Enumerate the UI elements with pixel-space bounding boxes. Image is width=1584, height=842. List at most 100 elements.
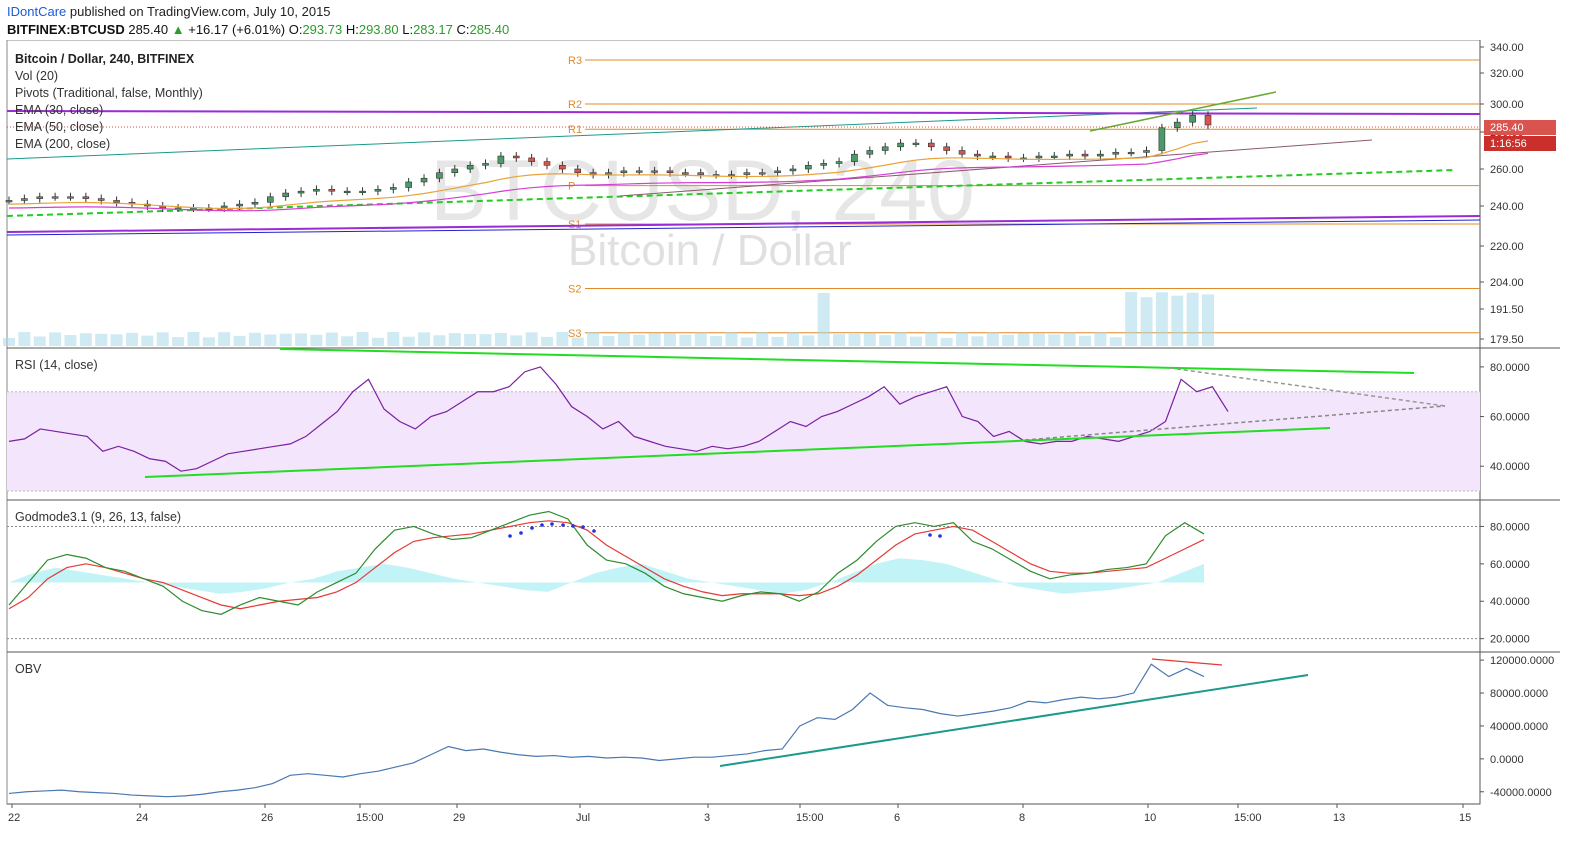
candle-body (635, 170, 643, 173)
volume-bar (725, 332, 738, 346)
legend-main[interactable]: Bitcoin / Dollar, 240, BITFINEX (15, 51, 203, 68)
countdown-tag-label: 1:16:56 (1490, 138, 1527, 150)
god-cloud (9, 558, 1204, 594)
time-tick-label: 13 (1333, 812, 1345, 824)
high-value: 293.80 (358, 22, 399, 37)
volume-bar (264, 334, 277, 346)
volume-bar (863, 333, 876, 346)
volume-bar (710, 336, 723, 346)
obv-legend[interactable]: OBV (15, 661, 41, 678)
time-tick-label: 6 (894, 812, 900, 824)
godmode-legend[interactable]: Godmode3.1 (9, 26, 13, false) (15, 509, 181, 526)
god-signal-dot (530, 526, 534, 530)
volume-bar (833, 334, 846, 346)
legend-ema200[interactable]: EMA (200, close) (15, 136, 203, 153)
volume-bar (464, 333, 477, 346)
rsi-tick-label: 60.0000 (1490, 412, 1530, 424)
legend-pivots[interactable]: Pivots (Traditional, false, Monthly) (15, 85, 203, 102)
candle-body (1112, 152, 1120, 155)
obv-tick-label: 40000.0000 (1490, 721, 1548, 733)
time-tick-label: 15 (1459, 812, 1471, 824)
candle-body (820, 163, 828, 166)
candle-body (958, 150, 966, 155)
legend-ema50[interactable]: EMA (50, close) (15, 119, 203, 136)
volume-bar (1017, 333, 1030, 346)
chart-header: IDontCare published on TradingView.com, … (0, 0, 1584, 42)
price-tick-label: 320.00 (1490, 68, 1524, 80)
volume-bar (418, 332, 431, 346)
god-signal-dot (550, 522, 554, 526)
price-tick-label: 191.50 (1490, 304, 1524, 316)
symbol-label[interactable]: BITFINEX:BTCUSD (7, 22, 125, 37)
volume-bar (909, 336, 922, 346)
pivot-label-R2: R2 (568, 99, 582, 111)
candle-body (313, 189, 320, 192)
rsi-legend[interactable]: RSI (14, close) (15, 357, 98, 374)
price-change: +16.17 (+6.01%) (188, 22, 286, 37)
candle-body (974, 153, 981, 157)
candle-body (282, 192, 289, 198)
close-label: C: (456, 22, 470, 37)
candle-body (605, 172, 612, 175)
chart-canvas[interactable]: BTCUSD, 240Bitcoin / DollarR3R2R1PS1S2S3… (0, 40, 1584, 840)
candle-body (559, 165, 566, 170)
volume-bar (510, 335, 523, 346)
god-signal-dot (519, 531, 523, 535)
volume-bar (1048, 334, 1061, 346)
candle-body (774, 170, 781, 174)
volume-bar (986, 332, 999, 346)
volume-bar (125, 332, 138, 346)
price-legend: Bitcoin / Dollar, 240, BITFINEX Vol (20)… (15, 51, 203, 153)
obv-tick-label: -40000.0000 (1490, 787, 1552, 799)
candle-body (682, 172, 689, 175)
time-tick-label: 29 (453, 812, 465, 824)
volume-bar (956, 332, 969, 346)
price-tick-label: 340.00 (1490, 42, 1524, 54)
candle-body (989, 155, 997, 158)
legend-ema30[interactable]: EMA (30, close) (15, 102, 203, 119)
time-tick-label: 24 (136, 812, 148, 824)
candle-body (1035, 155, 1043, 159)
god-signal-dot (561, 523, 565, 527)
candle-body (359, 190, 366, 193)
volume-bar (433, 335, 446, 346)
volume-bar (694, 332, 707, 346)
pivot-label-R3: R3 (568, 55, 582, 67)
time-tick-label: 22 (8, 812, 20, 824)
god-signal-dot (581, 525, 585, 529)
volume-bar (1032, 333, 1045, 346)
volume-bar (740, 337, 753, 346)
candle-body (436, 172, 443, 179)
volume-bar (556, 332, 569, 346)
volume-bar (18, 332, 31, 346)
volume-bar (679, 334, 692, 346)
candle-body (666, 170, 674, 174)
candle-body (67, 196, 74, 199)
volume-bar (3, 338, 15, 346)
god-tick-label: 80.0000 (1490, 521, 1530, 533)
volume-bar (817, 292, 830, 346)
low-value: 283.17 (413, 22, 453, 37)
volume-bar (879, 335, 892, 346)
volume-bar (402, 336, 415, 346)
time-tick-label: 15:00 (796, 812, 824, 824)
volume-bar (110, 334, 123, 346)
volume-bar (786, 332, 799, 346)
candle-body (851, 153, 858, 162)
time-tick-label: 26 (261, 812, 273, 824)
volume-bar (187, 332, 200, 346)
volume-bar (479, 334, 492, 346)
candle-body (1081, 153, 1089, 157)
author-link[interactable]: IDontCare (7, 4, 66, 19)
price-tick-label: 260.00 (1490, 164, 1524, 176)
volume-bar (279, 333, 292, 346)
volume-bar (848, 333, 861, 346)
candle-body (482, 163, 489, 166)
volume-bar (371, 337, 384, 346)
pivot-label-R1: R1 (568, 124, 582, 136)
volume-bar (602, 336, 615, 346)
legend-vol[interactable]: Vol (20) (15, 68, 203, 85)
candle-body (835, 161, 843, 164)
volume-bar (156, 332, 169, 346)
god-signal-dot (592, 529, 596, 533)
